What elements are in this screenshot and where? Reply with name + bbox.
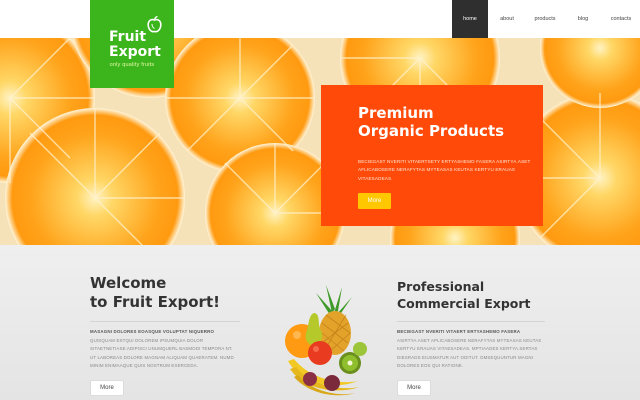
professional-text: ASIRTYA.ASET APLICABOSERE NERAFYTAS MYTE… <box>397 338 542 369</box>
fruit-basket-image <box>285 285 367 396</box>
professional-subheading: BECIEGAST NVERITI VITAERT ERTYASHEMO FAS… <box>397 329 521 334</box>
welcome-text: QUISQUAM ESTQUI DOLOREM IPSUMQUIA DOLOR … <box>90 338 234 369</box>
welcome-title-line2: to Fruit Export! <box>90 293 220 311</box>
professional-title-line2: Commercial Export <box>397 296 531 311</box>
site-logo[interactable]: Fruit Export only quality fruits <box>90 0 174 88</box>
promo-box: Premium Organic Products BECIEGAST NVERI… <box>321 85 543 226</box>
promo-text: BECIEGAST NVERITI VITAERTSETY ERTYASHEMO… <box>358 159 531 181</box>
nav-item-about[interactable]: about <box>488 0 526 38</box>
divider <box>90 321 240 322</box>
welcome-more-button[interactable]: More <box>90 380 124 396</box>
promo-more-button[interactable]: More <box>358 193 391 209</box>
professional-more-button[interactable]: More <box>397 380 431 396</box>
apple-icon <box>147 16 162 33</box>
welcome-title-line1: Welcome <box>90 274 167 292</box>
professional-title-line1: Professional <box>397 279 485 294</box>
content-section: Welcome to Fruit Export! MASAGNI DOLORES… <box>0 245 640 400</box>
logo-text-line2: Export <box>109 44 161 60</box>
main-nav: home about products blog contacts <box>452 0 640 38</box>
nav-item-blog[interactable]: blog <box>564 0 602 38</box>
divider <box>397 321 545 322</box>
promo-title-line2: Organic Products <box>358 122 505 140</box>
nav-item-contacts[interactable]: contacts <box>602 0 640 38</box>
promo-title-line1: Premium <box>358 104 434 122</box>
logo-text-line1: Fruit <box>109 29 147 45</box>
welcome-subheading: MASAGNI DOLORES EOASQUE VOLUPTAT NIQUERR… <box>90 329 215 334</box>
logo-tagline: only quality fruits <box>109 62 155 68</box>
nav-item-products[interactable]: products <box>526 0 564 38</box>
nav-item-home[interactable]: home <box>452 0 488 38</box>
